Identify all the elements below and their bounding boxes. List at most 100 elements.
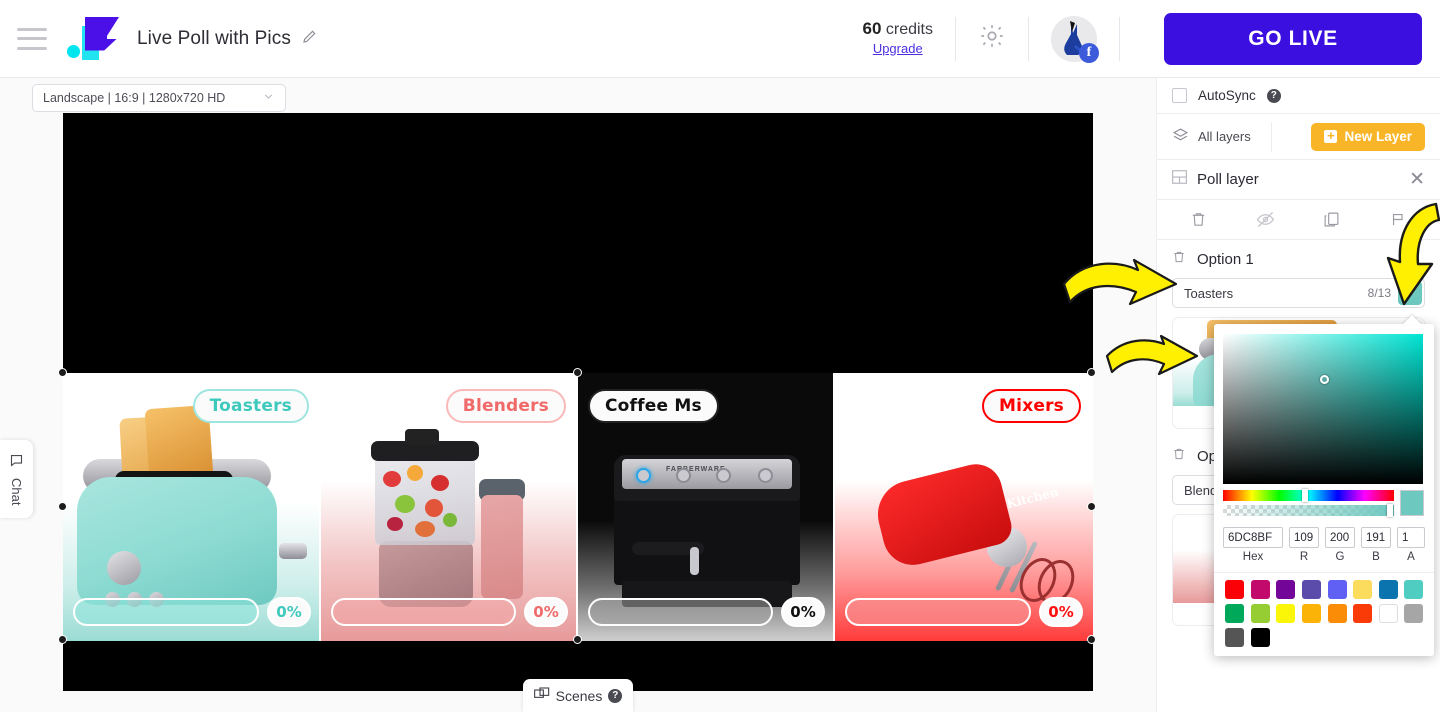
color-cursor[interactable] — [1320, 375, 1329, 384]
color-picker-popup[interactable]: Hex R G B A — [1214, 315, 1434, 656]
selection-handle[interactable] — [58, 635, 67, 644]
option-1-input[interactable]: Toasters 8/13 — [1172, 278, 1425, 308]
scenes-tab[interactable]: Scenes ? — [523, 679, 633, 712]
option-1-counter: 8/13 — [1367, 286, 1391, 300]
flag-icon[interactable] — [1382, 205, 1416, 235]
color-swatch[interactable] — [1225, 604, 1244, 623]
hamburger-icon[interactable] — [17, 27, 47, 50]
all-layers-button[interactable]: All layers — [1172, 121, 1272, 152]
video-stage[interactable]: Toasters 0% Blenders 0% FARBERWARE Coffe… — [58, 113, 1096, 691]
poll-option-label: Blenders — [445, 389, 566, 423]
autosync-label: AutoSync — [1198, 88, 1256, 103]
selection-handle[interactable] — [58, 368, 67, 377]
header-divider-1 — [955, 16, 956, 61]
g-input[interactable] — [1325, 527, 1355, 548]
upgrade-link[interactable]: Upgrade — [873, 41, 923, 57]
chat-tab[interactable]: Chat — [0, 440, 33, 518]
option-1-color-caret[interactable] — [1398, 281, 1422, 305]
saturation-value-area[interactable] — [1223, 334, 1423, 484]
a-field-group: A — [1397, 527, 1425, 563]
hue-slider-thumb[interactable] — [1302, 489, 1308, 502]
color-swatch[interactable] — [1225, 580, 1244, 599]
poll-option-result: 0% — [73, 597, 311, 627]
selection-handle[interactable] — [573, 368, 582, 377]
new-layer-button[interactable]: + New Layer — [1311, 122, 1425, 151]
b-field-group: B — [1361, 527, 1391, 563]
credits-label: credits — [885, 21, 933, 39]
aspect-ratio-value: Landscape | 16:9 | 1280x720 HD — [43, 91, 226, 105]
poll-option-card[interactable]: Toasters 0% — [63, 373, 321, 641]
layers-icon — [1172, 127, 1189, 147]
all-layers-label: All layers — [1198, 129, 1251, 144]
trash-icon[interactable] — [1172, 250, 1186, 269]
color-swatch[interactable] — [1353, 580, 1373, 599]
poll-layer-row[interactable]: Poll layer ✕ — [1157, 160, 1440, 200]
help-icon[interactable]: ? — [1266, 88, 1281, 103]
aspect-ratio-select[interactable]: Landscape | 16:9 | 1280x720 HD — [32, 84, 286, 112]
poll-option-card[interactable]: Blenders 0% — [321, 373, 578, 641]
plus-icon: + — [1324, 129, 1338, 143]
alpha-slider-thumb[interactable] — [1387, 504, 1393, 517]
color-swatch[interactable] — [1250, 580, 1270, 599]
color-swatch[interactable] — [1327, 580, 1347, 599]
hide-icon[interactable] — [1248, 205, 1282, 235]
alpha-slider[interactable] — [1223, 504, 1394, 517]
selection-handle[interactable] — [1087, 502, 1096, 511]
color-swatch[interactable] — [1404, 604, 1424, 623]
header-divider-2 — [1028, 16, 1029, 61]
blender-cap-art — [405, 429, 439, 445]
selection-handle[interactable] — [58, 502, 67, 511]
r-input[interactable] — [1289, 527, 1319, 548]
hue-slider[interactable] — [1223, 489, 1394, 502]
header-divider-3 — [1119, 16, 1120, 61]
a-input[interactable] — [1397, 527, 1425, 548]
color-picker-divider — [1214, 572, 1434, 573]
hex-input[interactable] — [1223, 527, 1283, 548]
coffee-nozzle-art — [690, 547, 699, 575]
color-swatch[interactable] — [1276, 604, 1296, 623]
option-1-header: Option 1 — [1157, 240, 1440, 278]
duplicate-icon[interactable] — [1315, 205, 1349, 235]
selection-handle[interactable] — [1087, 368, 1096, 377]
selection-handle[interactable] — [1087, 635, 1096, 644]
color-swatch[interactable] — [1404, 580, 1424, 599]
close-icon[interactable]: ✕ — [1409, 170, 1425, 189]
poll-option-label: Mixers — [982, 389, 1081, 423]
poll-option-card[interactable]: FARBERWARE Coffee Ms 0% — [578, 373, 835, 641]
color-swatch[interactable] — [1225, 628, 1244, 647]
poll-option-percent: 0% — [781, 597, 825, 627]
color-swatch[interactable] — [1301, 580, 1321, 599]
layers-toolbar: All layers + New Layer — [1157, 114, 1440, 160]
poll-overlay[interactable]: Toasters 0% Blenders 0% FARBERWARE Coffe… — [63, 373, 1093, 641]
poll-option-card[interactable]: Kitchen Mixers 0% — [835, 373, 1093, 641]
delete-icon[interactable] — [1181, 205, 1215, 235]
color-swatch[interactable] — [1301, 604, 1321, 623]
poll-option-percent: 0% — [524, 597, 568, 627]
gear-icon[interactable] — [978, 22, 1006, 55]
poll-option-bar — [73, 598, 259, 626]
autosync-checkbox[interactable] — [1172, 88, 1187, 103]
selection-handle[interactable] — [573, 635, 582, 644]
facebook-badge-icon: f — [1079, 42, 1099, 63]
brand-logo[interactable] — [65, 15, 123, 63]
color-swatch[interactable] — [1250, 628, 1270, 647]
blender-bottle-art — [481, 495, 523, 599]
color-swatch[interactable] — [1327, 604, 1347, 623]
b-input[interactable] — [1361, 527, 1391, 548]
autosync-row: AutoSync ? — [1157, 78, 1440, 114]
trash-icon[interactable] — [1172, 447, 1186, 466]
chat-bubble-icon — [9, 453, 24, 473]
color-swatch[interactable] — [1378, 580, 1398, 599]
help-icon[interactable]: ? — [608, 688, 623, 703]
go-live-button[interactable]: GO LIVE — [1164, 12, 1422, 65]
color-swatch[interactable] — [1353, 604, 1373, 623]
color-swatch[interactable] — [1378, 604, 1398, 623]
color-value-fields: Hex R G B A — [1223, 527, 1425, 563]
color-swatch[interactable] — [1250, 604, 1270, 623]
avatar[interactable]: f — [1051, 15, 1099, 63]
pencil-icon[interactable] — [302, 28, 318, 49]
poll-option-result: 0% — [331, 597, 568, 627]
card-divider — [576, 373, 578, 641]
card-divider — [319, 373, 321, 641]
color-swatch[interactable] — [1276, 580, 1296, 599]
